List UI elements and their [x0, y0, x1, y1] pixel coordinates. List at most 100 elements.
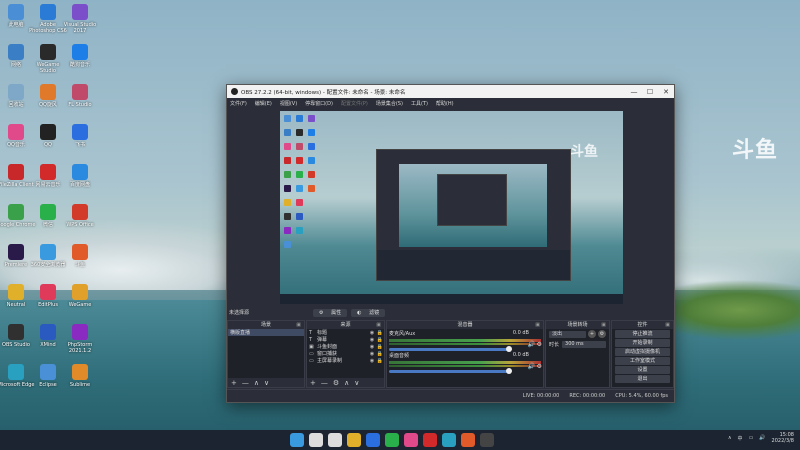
remove-scene-button[interactable]: —	[242, 379, 249, 387]
douyu-icon[interactable]	[461, 433, 475, 447]
menu-view[interactable]: 视图(V)	[280, 100, 297, 107]
filters-button[interactable]: ◐ 滤镜	[351, 309, 386, 317]
add-transition-button[interactable]: +	[588, 330, 596, 338]
obs-window[interactable]: OBS 27.2.2 (64-bit, windows) - 配置文件: 未命名…	[226, 84, 675, 403]
add-scene-button[interactable]: +	[231, 379, 237, 387]
qq-music-icon[interactable]	[404, 433, 418, 447]
file-explorer-icon[interactable]	[347, 433, 361, 447]
gear-icon[interactable]: ⚙	[537, 363, 542, 370]
menu-help[interactable]: 帮助(H)	[436, 100, 454, 107]
menu-file[interactable]: 文件(F)	[230, 100, 247, 107]
preview-area[interactable]: 斗鱼	[227, 108, 674, 309]
eye-icon[interactable]: ◉	[368, 344, 376, 350]
mixer-dock: 混音器 ▣ 麦克风/Aux 0.0 dB 🔊 ⚙ 桌面音频 0.0 dB 🔊 ⚙	[386, 320, 544, 388]
volume-meter	[389, 339, 541, 342]
filter-icon: ◐	[354, 310, 365, 316]
desktop-icon[interactable]: 飞书	[60, 124, 100, 148]
desktop-icon[interactable]: PhpStorm 2021.1.2	[60, 324, 100, 354]
desktop-icon[interactable]: 百度网盘	[60, 164, 100, 188]
stop-streaming-button[interactable]: 停止推流	[615, 330, 670, 338]
lock-icon[interactable]: 🔒	[376, 337, 384, 343]
duration-input[interactable]: 300 ms	[562, 340, 606, 348]
source-item[interactable]: T 弹幕 ◉ 🔒	[307, 336, 384, 344]
move-up-button[interactable]: ∧	[254, 379, 259, 387]
remove-source-button[interactable]: —	[321, 379, 328, 387]
desktop-icon[interactable]: 酷狗音乐	[60, 44, 100, 68]
task-view-icon[interactable]	[328, 433, 342, 447]
transition-settings-button[interactable]: ⚙	[598, 330, 606, 338]
desktop-icon-label: 酷狗音乐	[69, 62, 90, 68]
dock-float-icon[interactable]: ▣	[601, 321, 606, 329]
desktop-icon[interactable]: Sublime	[60, 364, 100, 388]
preview-canvas[interactable]: 斗鱼	[280, 111, 623, 304]
feishu-icon[interactable]	[366, 433, 380, 447]
source-item[interactable]: ▣ 斗鱼封面 ◉ 🔒	[307, 343, 384, 351]
studio-mode-button[interactable]: 工作室模式	[615, 357, 670, 365]
close-button[interactable]: ✕	[658, 88, 674, 96]
maximize-button[interactable]: ☐	[642, 88, 658, 96]
eye-icon[interactable]: ◉	[368, 337, 376, 343]
scene-item[interactable]: 横版直播	[228, 329, 304, 336]
volume-icon[interactable]: 🔊	[759, 435, 765, 441]
wechat-icon[interactable]	[385, 433, 399, 447]
properties-button[interactable]: ⚙ 属性	[313, 309, 348, 317]
start-virtual-camera-button[interactable]: 启动虚拟摄像机	[615, 348, 670, 356]
move-up-button[interactable]: ∧	[344, 379, 349, 387]
start-recording-button[interactable]: 开始录制	[615, 339, 670, 347]
clock[interactable]: 15:08 2022/3/8	[772, 432, 794, 444]
obs-titlebar[interactable]: OBS 27.2.2 (64-bit, windows) - 配置文件: 未命名…	[227, 85, 674, 98]
netease-music-icon[interactable]	[423, 433, 437, 447]
desktop-icon[interactable]: FL Studio	[60, 84, 100, 108]
gear-icon[interactable]: ⚙	[537, 341, 542, 348]
source-item[interactable]: T 标题 ◉ 🔒	[307, 329, 384, 337]
desktop-icon[interactable]: 斗鱼	[60, 244, 100, 268]
menu-edit[interactable]: 编辑(E)	[255, 100, 272, 107]
lock-icon[interactable]: 🔒	[376, 351, 384, 357]
preview-desktop-icon	[284, 171, 291, 178]
desktop-icon[interactable]: WPS Office	[60, 204, 100, 228]
network-icon[interactable]: ▭	[749, 435, 754, 441]
preview-desktop-icon	[284, 213, 291, 220]
windows-start-icon[interactable]	[290, 433, 304, 447]
eye-icon[interactable]: ◉	[368, 358, 376, 364]
eye-icon[interactable]: ◉	[368, 351, 376, 357]
mixer-dock-title: 混音器	[457, 322, 473, 328]
app-icon	[40, 204, 56, 220]
speaker-icon[interactable]: 🔊	[528, 341, 535, 348]
settings-button[interactable]: 设置	[615, 366, 670, 374]
desktop-icon[interactable]: WeGame	[60, 284, 100, 308]
desktop-icon[interactable]: Visual Studio 2017	[60, 4, 100, 34]
language-indicator[interactable]: 中	[738, 435, 743, 442]
lock-icon[interactable]: 🔒	[376, 330, 384, 336]
speaker-icon[interactable]: 🔊	[528, 363, 535, 370]
lock-icon[interactable]: 🔒	[376, 358, 384, 364]
lock-icon[interactable]: 🔒	[376, 344, 384, 350]
eye-icon[interactable]: ◉	[368, 330, 376, 336]
dock-float-icon[interactable]: ▣	[376, 321, 381, 329]
exit-button[interactable]: 退出	[615, 375, 670, 383]
preview-taskbar	[280, 294, 623, 304]
add-source-button[interactable]: +	[310, 379, 316, 387]
dock-float-icon[interactable]: ▣	[665, 321, 670, 329]
menu-tools[interactable]: 工具(T)	[411, 100, 428, 107]
move-down-button[interactable]: ∨	[354, 379, 359, 387]
chevron-up-icon[interactable]: ∧	[728, 435, 732, 441]
source-item[interactable]: ▭ 主屏幕录制 ◉ 🔒	[307, 357, 384, 365]
source-item[interactable]: ▭ 窗口捕获 ◉ 🔒	[307, 350, 384, 358]
volume-slider[interactable]	[389, 368, 512, 374]
obs-icon[interactable]	[480, 433, 494, 447]
minimize-button[interactable]: —	[626, 88, 642, 96]
dock-float-icon[interactable]: ▣	[296, 321, 301, 329]
search-icon[interactable]	[309, 433, 323, 447]
slider-handle[interactable]	[506, 368, 512, 374]
desktop-icon-label: 飞书	[74, 142, 85, 148]
preview-desktop-icon	[308, 185, 315, 192]
dock-float-icon[interactable]: ▣	[535, 321, 540, 329]
edge-icon[interactable]	[442, 433, 456, 447]
move-down-button[interactable]: ∨	[264, 379, 269, 387]
menu-scene-collection[interactable]: 场景集合(S)	[376, 100, 403, 107]
preview-nested-obs-2	[437, 174, 507, 226]
source-properties-button[interactable]: ⚙	[333, 379, 339, 387]
menu-docks[interactable]: 停靠窗口(D)	[305, 100, 333, 107]
transition-select[interactable]: 淡出	[549, 330, 586, 338]
